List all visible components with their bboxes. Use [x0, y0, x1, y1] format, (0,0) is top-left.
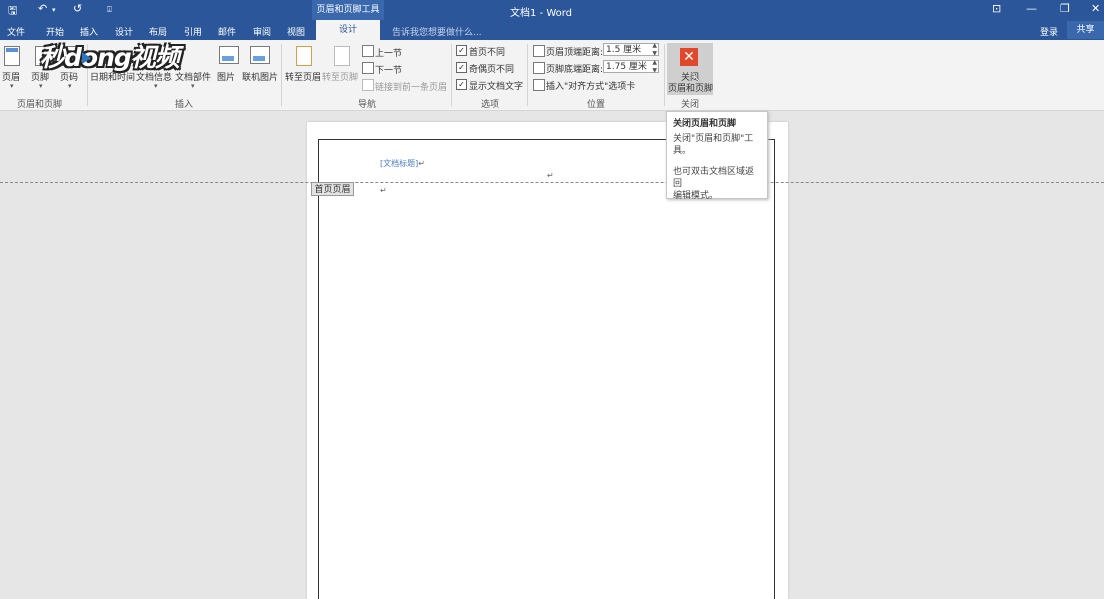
customize-qat-icon[interactable]: ⍗	[107, 5, 112, 15]
tooltip-line: 具。	[673, 146, 692, 156]
page-border	[318, 139, 775, 599]
goto-footer-button[interactable]: 转至页脚	[322, 70, 358, 83]
tab-layout[interactable]: 布局	[149, 25, 167, 38]
previous-section-icon	[362, 45, 374, 57]
group-divider	[451, 44, 452, 106]
redo-icon[interactable]: ↺	[73, 2, 82, 15]
tab-header-footer-design[interactable]: 设计	[316, 20, 380, 40]
paragraph-mark-icon: ↵	[418, 159, 425, 168]
link-to-previous-button[interactable]: 链接到前一条页眉	[375, 80, 447, 93]
document-title: 文档1 - Word	[510, 8, 573, 19]
login-link[interactable]: 登录	[1040, 25, 1058, 38]
option-label: 显示文档文字	[469, 82, 524, 92]
context-tool-title: 页眉和页脚工具	[312, 0, 384, 20]
footer-distance-label: 页脚底端距离:	[546, 65, 604, 75]
picture-button[interactable]: 图片	[217, 70, 235, 83]
share-button[interactable]: 共享	[1067, 21, 1104, 39]
play-icon	[82, 52, 91, 64]
first-page-header-tag: 首页页眉	[311, 182, 354, 196]
group-divider	[281, 44, 282, 106]
tell-me-search[interactable]: 告诉我您想要做什么...	[392, 25, 482, 38]
checkbox-show-document-text[interactable]: ✓	[456, 79, 467, 90]
checkbox-different-first-page[interactable]: ✓	[456, 45, 467, 56]
insert-alignment-tab-button[interactable]: 插入"对齐方式"选项卡	[546, 79, 635, 92]
footer-distance-input[interactable]: 1.75 厘米 ▲ ▼	[603, 59, 659, 75]
tab-references[interactable]: 引用	[184, 25, 202, 38]
document-title-field-text: [文档标题]	[380, 159, 419, 168]
insert-alignment-tab-icon	[533, 79, 545, 91]
restore-icon[interactable]: ❐	[1060, 2, 1070, 15]
tooltip-title: 关闭页眉和页脚	[673, 119, 737, 129]
undo-icon[interactable]: ↶	[38, 2, 47, 15]
goto-header-button[interactable]: 转至页眉	[285, 70, 321, 83]
spinner-arrows-icon[interactable]: ▲ ▼	[652, 59, 657, 75]
tooltip: 关闭页眉和页脚 关闭"页眉和页脚"工 具。 也可双击文档区域返回 编辑模式。	[666, 111, 768, 201]
chevron-down-icon: ▾	[154, 82, 158, 90]
header-boundary-line	[0, 182, 1104, 183]
tab-file[interactable]: 文件	[7, 25, 25, 38]
close-icon: ✕	[680, 48, 698, 66]
online-picture-button[interactable]: 联机图片	[242, 70, 278, 83]
tab-review[interactable]: 审阅	[253, 25, 271, 38]
checkbox-different-odd-even[interactable]: ✓	[456, 62, 467, 73]
option-label: 奇偶页不同	[469, 65, 515, 75]
tab-design[interactable]: 设计	[115, 25, 133, 38]
watermark-logo: 秒dong视频	[40, 43, 180, 72]
picture-icon	[219, 46, 239, 64]
group-label-insert: 插入	[175, 100, 194, 110]
header-distance-value: 1.5 厘米	[606, 45, 642, 55]
chevron-down-icon: ▾	[191, 82, 195, 90]
next-section-button[interactable]: 下一节	[375, 63, 402, 76]
tab-insert[interactable]: 插入	[80, 25, 98, 38]
tooltip-line: 关闭"页眉和页脚"工	[673, 134, 754, 144]
paragraph-mark-icon: ↵	[547, 171, 554, 180]
close-label-line2: 页眉和页脚	[668, 84, 714, 94]
group-divider	[527, 44, 528, 106]
document-title-field[interactable]: [文档标题]↵	[380, 158, 425, 169]
header-distance-input[interactable]: 1.5 厘米 ▲ ▼	[603, 42, 659, 58]
chevron-down-icon: ▾	[10, 82, 14, 90]
link-previous-icon	[362, 79, 374, 91]
group-divider	[664, 44, 665, 106]
chevron-down-icon: ▾	[39, 82, 43, 90]
paragraph-mark-icon: ↵	[380, 186, 387, 195]
group-label-navigation: 导航	[358, 100, 377, 110]
tab-home[interactable]: 开始	[46, 25, 64, 38]
ribbon-display-options-icon[interactable]: ⊡	[992, 2, 1001, 15]
header-top-distance-icon	[533, 45, 545, 57]
goto-header-icon	[296, 46, 312, 66]
option-label: 首页不同	[469, 48, 506, 58]
group-label-close: 关闭	[681, 100, 700, 110]
close-window-icon[interactable]: ✕	[1091, 2, 1100, 15]
header-distance-label: 页眉顶端距离:	[546, 48, 604, 58]
online-picture-icon	[250, 46, 270, 64]
undo-dropdown-icon[interactable]: ▾	[52, 6, 56, 14]
tab-mailings[interactable]: 邮件	[218, 25, 236, 38]
previous-section-button[interactable]: 上一节	[375, 46, 402, 59]
ribbon-tabs: 文件 开始 插入 设计 布局 引用 邮件 审阅 视图	[0, 20, 1104, 40]
save-icon[interactable]: 🖫	[8, 2, 17, 21]
group-label-header-footer: 页眉和页脚	[17, 100, 63, 110]
footer-bottom-distance-icon	[533, 62, 545, 74]
goto-footer-icon	[334, 46, 350, 66]
group-label-options: 选项	[481, 100, 500, 110]
tooltip-line: 编辑模式。	[673, 191, 719, 201]
header-icon	[4, 46, 20, 66]
spinner-arrows-icon[interactable]: ▲ ▼	[652, 42, 657, 58]
tab-view[interactable]: 视图	[287, 25, 305, 38]
footer-distance-value: 1.75 厘米	[606, 62, 647, 72]
group-label-position: 位置	[587, 100, 606, 110]
mouse-cursor-icon: ↖	[692, 72, 702, 85]
chevron-down-icon: ▾	[68, 82, 72, 90]
title-bar: 🖫 ↶ ▾ ↺ ⍗ 页眉和页脚工具 文档1 - Word ⊡ — ❐ ✕	[0, 0, 1104, 20]
minimize-icon[interactable]: —	[1026, 2, 1037, 15]
tooltip-line: 也可双击文档区域返回	[673, 167, 755, 189]
next-section-icon	[362, 62, 374, 74]
